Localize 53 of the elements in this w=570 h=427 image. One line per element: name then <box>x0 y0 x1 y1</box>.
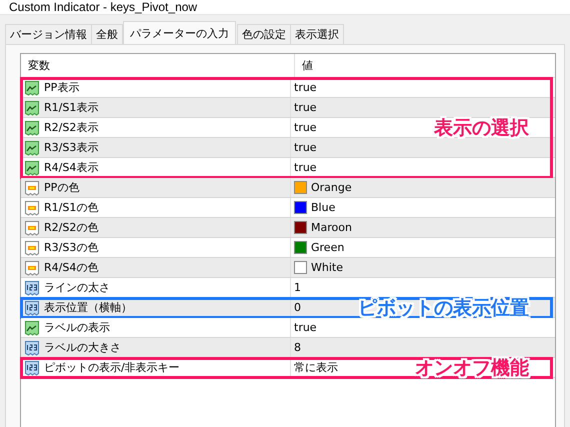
tab[interactable]: 全般 <box>91 24 123 44</box>
parameter-name: R1/S1の色 <box>44 200 98 215</box>
boolean-icon <box>24 320 40 336</box>
parameter-name: R4/S4表示 <box>44 160 98 175</box>
tab[interactable]: バージョン情報 <box>5 24 92 44</box>
boolean-icon <box>24 140 40 156</box>
annotation-label: オンオフ機能 <box>415 356 529 381</box>
column-header: 値 <box>301 58 314 74</box>
parameter-name: R2/S2表示 <box>44 120 98 135</box>
color-icon <box>24 220 40 236</box>
parameter-name: R3/S3の色 <box>44 240 98 255</box>
number-icon <box>24 300 40 316</box>
boolean-icon <box>24 80 40 96</box>
parameter-value[interactable]: 1 <box>294 281 301 294</box>
boolean-icon <box>24 160 40 176</box>
parameter-value[interactable]: true <box>294 121 317 134</box>
color-icon <box>24 260 40 276</box>
parameter-name: ラベルの表示 <box>44 320 110 335</box>
number-icon <box>24 360 40 376</box>
annotation-label: 表示の選択 <box>434 116 529 141</box>
parameter-value[interactable]: Green <box>311 241 344 254</box>
parameter-name: ラインの太さ <box>44 280 110 295</box>
number-icon <box>24 280 40 296</box>
parameter-value[interactable]: 常に表示 <box>294 360 338 375</box>
tab[interactable]: 表示選択 <box>290 24 344 44</box>
parameter-value[interactable]: 8 <box>294 341 301 354</box>
parameter-name: 表示位置（横軸） <box>44 300 132 315</box>
parameter-name: ラベルの大きさ <box>44 340 121 355</box>
boolean-icon <box>24 120 40 136</box>
parameter-name: PP表示 <box>44 80 80 95</box>
parameter-name: R3/S3表示 <box>44 140 98 155</box>
number-icon <box>24 340 40 356</box>
parameter-name: R1/S1表示 <box>44 100 98 115</box>
parameter-value[interactable]: White <box>311 261 343 274</box>
parameter-name: R2/S2の色 <box>44 220 98 235</box>
parameter-name: ピボットの表示/非表示キー <box>44 360 180 375</box>
parameter-name: R4/S4の色 <box>44 260 98 275</box>
parameter-value[interactable]: Blue <box>311 201 336 214</box>
parameter-value[interactable]: 0 <box>294 301 301 314</box>
tab[interactable]: パラメーターの入力 <box>123 21 236 44</box>
parameter-value[interactable]: Maroon <box>311 221 352 234</box>
window-title: Custom Indicator - keys_Pivot_now <box>9 0 198 14</box>
parameter-value[interactable]: true <box>294 321 317 334</box>
tab[interactable]: 色の設定 <box>237 24 291 44</box>
boolean-icon <box>24 100 40 116</box>
parameter-value[interactable]: true <box>294 81 317 94</box>
column-header: 変数 <box>21 54 295 77</box>
parameter-value[interactable]: true <box>294 101 317 114</box>
parameter-value[interactable]: true <box>294 141 317 154</box>
parameter-name: PPの色 <box>44 180 80 195</box>
parameter-value[interactable]: true <box>294 161 317 174</box>
color-icon <box>24 180 40 196</box>
parameter-value[interactable]: Orange <box>311 181 352 194</box>
